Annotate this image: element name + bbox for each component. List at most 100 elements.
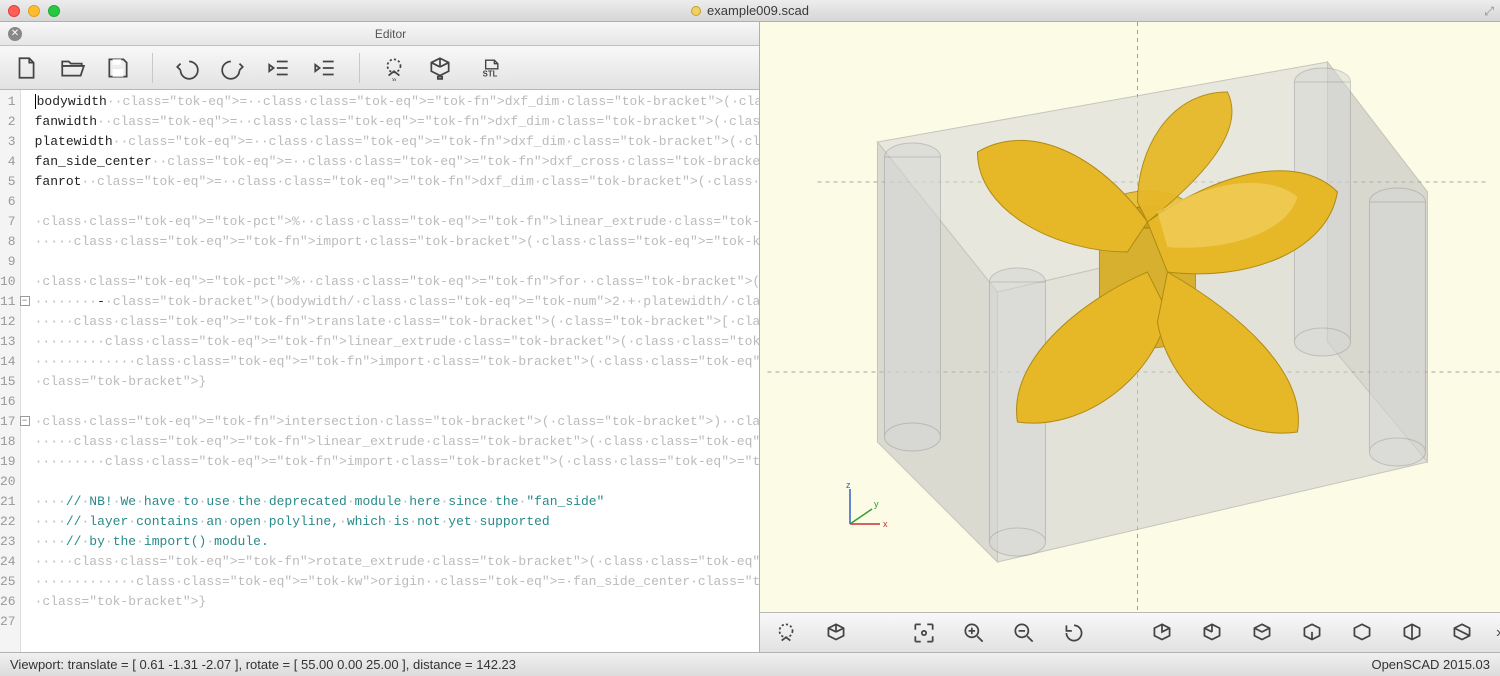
fold-toggle[interactable]: − bbox=[20, 416, 30, 426]
vt-view3-button[interactable] bbox=[1246, 617, 1278, 649]
code-line[interactable]: ·class·class="tok-eq">="tok-pct">%··clas… bbox=[35, 212, 759, 232]
fold-toggle[interactable]: − bbox=[20, 296, 30, 306]
preview-button[interactable]: » bbox=[378, 52, 410, 84]
code-line[interactable]: bodywidth··class="tok-eq">=··class·class… bbox=[35, 92, 759, 112]
document-icon bbox=[13, 55, 39, 81]
viewport-pane: x y z » bbox=[760, 22, 1500, 652]
axis-z-label: z bbox=[846, 480, 851, 490]
code-line[interactable]: ·········class·class="tok-eq">="tok-fn">… bbox=[35, 452, 759, 472]
unindent-icon bbox=[266, 55, 292, 81]
code-content[interactable]: bodywidth··class="tok-eq">=··class·class… bbox=[21, 90, 759, 652]
window-title-text: example009.scad bbox=[707, 3, 809, 18]
undo-button[interactable] bbox=[171, 52, 203, 84]
indent-icon bbox=[312, 55, 338, 81]
titlebar: example009.scad ⤢ bbox=[0, 0, 1500, 22]
code-line[interactable]: ····//·NB!·We·have·to·use·the·deprecated… bbox=[35, 492, 759, 512]
indent-button[interactable] bbox=[309, 52, 341, 84]
close-window-button[interactable] bbox=[8, 5, 20, 17]
vt-view4-button[interactable] bbox=[1296, 617, 1328, 649]
open-button[interactable] bbox=[56, 52, 88, 84]
vt-preview-button[interactable] bbox=[770, 617, 802, 649]
vt-zoomout-button[interactable] bbox=[1008, 617, 1040, 649]
code-line[interactable]: ·class·class="tok-eq">="tok-fn">intersec… bbox=[35, 412, 759, 432]
vt-view6-button[interactable] bbox=[1396, 617, 1428, 649]
cube-small-icon bbox=[823, 620, 849, 646]
render-cube-icon bbox=[427, 55, 453, 81]
toolbar-overflow-button[interactable]: » bbox=[1496, 624, 1500, 642]
document-modified-icon bbox=[691, 6, 701, 16]
code-line[interactable]: platewidth··class="tok-eq">=··class·clas… bbox=[35, 132, 759, 152]
viewport-toolbar: » bbox=[760, 612, 1500, 652]
3d-viewport[interactable]: x y z bbox=[760, 22, 1500, 612]
svg-text:»: » bbox=[392, 74, 397, 81]
code-line[interactable]: ·········class·class="tok-eq">="tok-fn">… bbox=[35, 332, 759, 352]
axis-y-label: y bbox=[874, 499, 879, 509]
cube-view-icon bbox=[1399, 620, 1425, 646]
workspace: ✕ Editor bbox=[0, 22, 1500, 652]
reset-view-icon bbox=[1061, 620, 1087, 646]
render-button[interactable] bbox=[424, 52, 456, 84]
editor-header: ✕ Editor bbox=[0, 22, 759, 46]
code-line[interactable]: ·class="tok-bracket">} bbox=[35, 592, 759, 612]
code-line[interactable]: ·····class·class="tok-eq">="tok-fn">line… bbox=[35, 432, 759, 452]
code-line[interactable]: ····//·by·the·import()·module. bbox=[35, 532, 759, 552]
code-line[interactable] bbox=[35, 612, 759, 632]
code-line[interactable] bbox=[35, 192, 759, 212]
window-title: example009.scad bbox=[691, 3, 809, 18]
redo-button[interactable] bbox=[217, 52, 249, 84]
cube-view-icon bbox=[1149, 620, 1175, 646]
save-button[interactable] bbox=[102, 52, 134, 84]
undo-icon bbox=[174, 55, 200, 81]
code-line[interactable] bbox=[35, 392, 759, 412]
unindent-button[interactable] bbox=[263, 52, 295, 84]
vt-zoomin-button[interactable] bbox=[958, 617, 990, 649]
fullscreen-icon[interactable]: ⤢ bbox=[1484, 4, 1494, 19]
code-line[interactable] bbox=[35, 252, 759, 272]
axis-gizmo: x y z bbox=[830, 479, 890, 542]
vt-view7-button[interactable] bbox=[1446, 617, 1478, 649]
save-icon bbox=[105, 55, 131, 81]
code-line[interactable]: ·············class·class="tok-eq">="tok-… bbox=[35, 572, 759, 592]
editor-header-label: Editor bbox=[30, 27, 751, 41]
vt-view1-button[interactable] bbox=[1146, 617, 1178, 649]
cube-view-icon bbox=[1349, 620, 1375, 646]
code-line[interactable]: fanrot··class="tok-eq">=··class·class="t… bbox=[35, 172, 759, 192]
code-line[interactable] bbox=[35, 472, 759, 492]
code-editor[interactable]: 1234567891011−121314151617−1819202122232… bbox=[0, 90, 759, 652]
cube-view-icon bbox=[1199, 620, 1225, 646]
editor-pane: ✕ Editor bbox=[0, 22, 760, 652]
line-gutter: 1234567891011−121314151617−1819202122232… bbox=[0, 90, 21, 652]
zoom-in-icon bbox=[961, 620, 987, 646]
code-line[interactable]: ·············class·class="tok-eq">="tok-… bbox=[35, 352, 759, 372]
editor-toolbar: » STL bbox=[0, 46, 759, 90]
code-line[interactable]: ····//·layer·contains·an·open·polyline,·… bbox=[35, 512, 759, 532]
code-line[interactable]: ·····class·class="tok-eq">="tok-fn">rota… bbox=[35, 552, 759, 572]
code-line[interactable]: ·class="tok-bracket">} bbox=[35, 372, 759, 392]
minimize-window-button[interactable] bbox=[28, 5, 40, 17]
view-all-icon bbox=[911, 620, 937, 646]
export-stl-button[interactable]: STL bbox=[470, 52, 510, 84]
new-button[interactable] bbox=[10, 52, 42, 84]
code-line[interactable]: fanwidth··class="tok-eq">=··class·class=… bbox=[35, 112, 759, 132]
stl-icon: STL bbox=[477, 55, 503, 81]
code-line[interactable]: ·····class·class="tok-eq">="tok-fn">tran… bbox=[35, 312, 759, 332]
axis-x-label: x bbox=[883, 519, 888, 529]
code-line[interactable]: ·····class·class="tok-eq">="tok-fn">impo… bbox=[35, 232, 759, 252]
vt-render-button[interactable] bbox=[820, 617, 852, 649]
vt-reset-button[interactable] bbox=[1058, 617, 1090, 649]
preview-icon: » bbox=[381, 55, 407, 81]
zoom-out-icon bbox=[1011, 620, 1037, 646]
code-line[interactable]: ·class·class="tok-eq">="tok-pct">%··clas… bbox=[35, 272, 759, 292]
folder-open-icon bbox=[59, 55, 85, 81]
app-version: OpenSCAD 2015.03 bbox=[1371, 657, 1490, 672]
vt-viewall-button[interactable] bbox=[908, 617, 940, 649]
svg-text:STL: STL bbox=[483, 69, 498, 78]
editor-close-button[interactable]: ✕ bbox=[8, 27, 22, 41]
window-controls bbox=[8, 5, 60, 17]
code-line[interactable]: fan_side_center··class="tok-eq">=··class… bbox=[35, 152, 759, 172]
vt-view2-button[interactable] bbox=[1196, 617, 1228, 649]
vt-view5-button[interactable] bbox=[1346, 617, 1378, 649]
zoom-window-button[interactable] bbox=[48, 5, 60, 17]
code-line[interactable]: ········-·class="tok-bracket">(bodywidth… bbox=[35, 292, 759, 312]
cube-view-icon bbox=[1449, 620, 1475, 646]
